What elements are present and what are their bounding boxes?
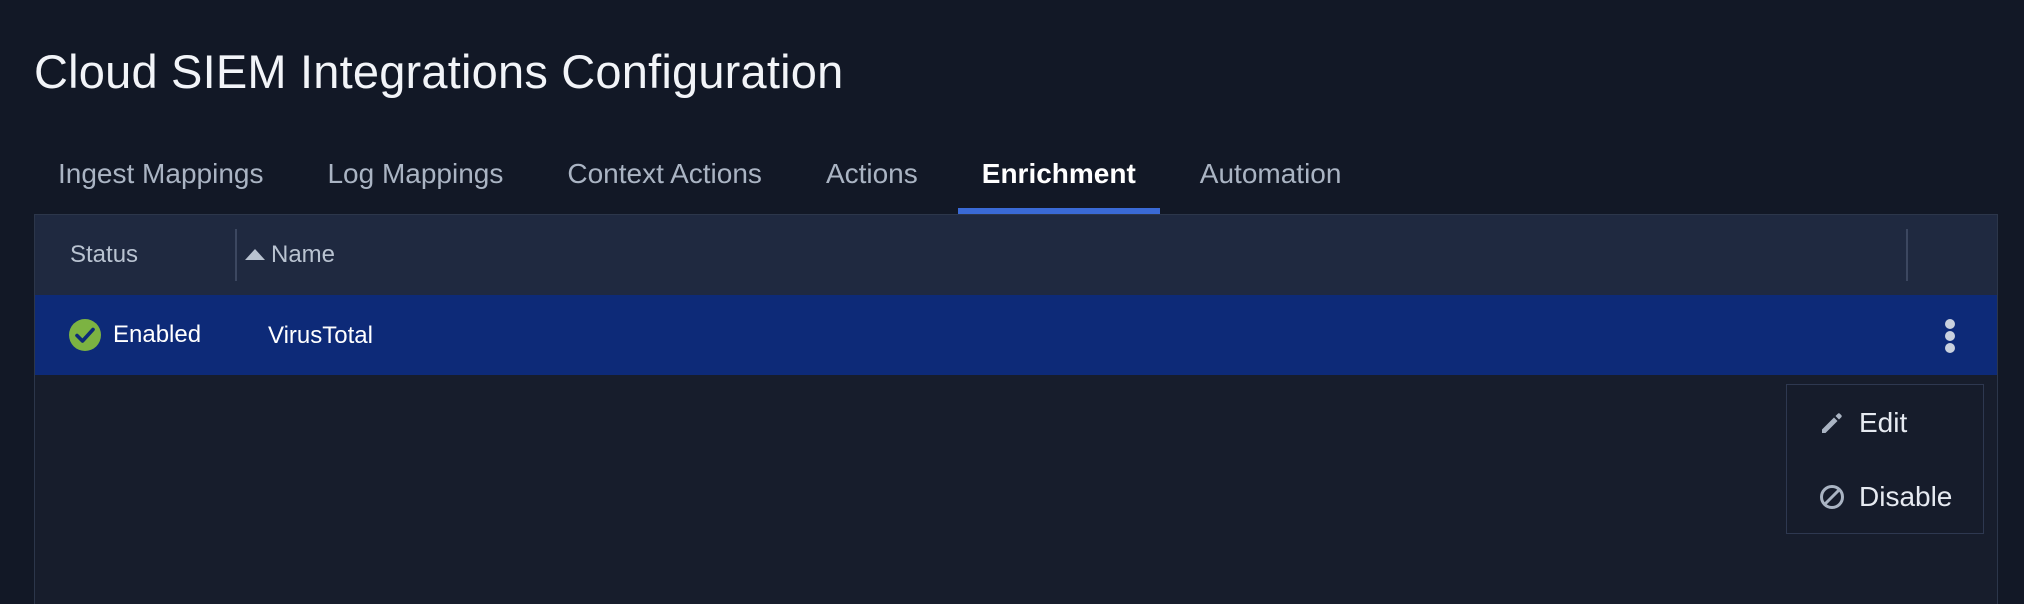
column-header-status[interactable]: Status (70, 241, 138, 269)
row-actions-menu-button[interactable] (1938, 319, 1962, 353)
tab-ingest-mappings[interactable]: Ingest Mappings (34, 150, 287, 214)
column-header-name[interactable]: Name (245, 241, 335, 269)
row-actions-menu: Edit Disable (1786, 384, 1984, 534)
menu-item-edit-label: Edit (1859, 407, 1908, 438)
status-label: Enabled (113, 321, 202, 348)
sort-ascending-icon (245, 248, 265, 260)
page: Cloud SIEM Integrations Configuration In… (0, 0, 2024, 604)
column-resize-handle[interactable] (1906, 229, 1908, 281)
tab-log-mappings[interactable]: Log Mappings (303, 150, 527, 214)
column-header-name-label: Name (271, 241, 336, 268)
pencil-icon (1822, 413, 1842, 433)
tab-bar: Ingest Mappings Log Mappings Context Act… (34, 150, 1381, 214)
tab-actions[interactable]: Actions (802, 150, 942, 214)
menu-item-disable-label: Disable (1859, 481, 1953, 512)
disable-icon (1820, 485, 1844, 509)
kebab-dot (1945, 319, 1955, 329)
status-cell: Enabled (68, 318, 201, 352)
tab-enrichment[interactable]: Enrichment (957, 150, 1160, 214)
table-row[interactable]: Enabled VirusTotal (35, 295, 1997, 375)
tab-context-actions[interactable]: Context Actions (543, 150, 786, 214)
page-title: Cloud SIEM Integrations Configuration (34, 45, 844, 98)
table-header: Status Name (35, 215, 1997, 295)
check-circle-icon (69, 319, 101, 351)
kebab-dot (1945, 331, 1955, 341)
name-cell: VirusTotal (268, 322, 373, 349)
menu-item-edit[interactable]: Edit (1787, 393, 1983, 453)
kebab-dot (1945, 343, 1955, 353)
menu-item-disable[interactable]: Disable (1787, 467, 1983, 527)
enrichment-table-panel: Status Name Enabled VirusTotal (34, 214, 1998, 604)
column-resize-handle[interactable] (235, 229, 237, 281)
tab-automation[interactable]: Automation (1176, 150, 1366, 214)
